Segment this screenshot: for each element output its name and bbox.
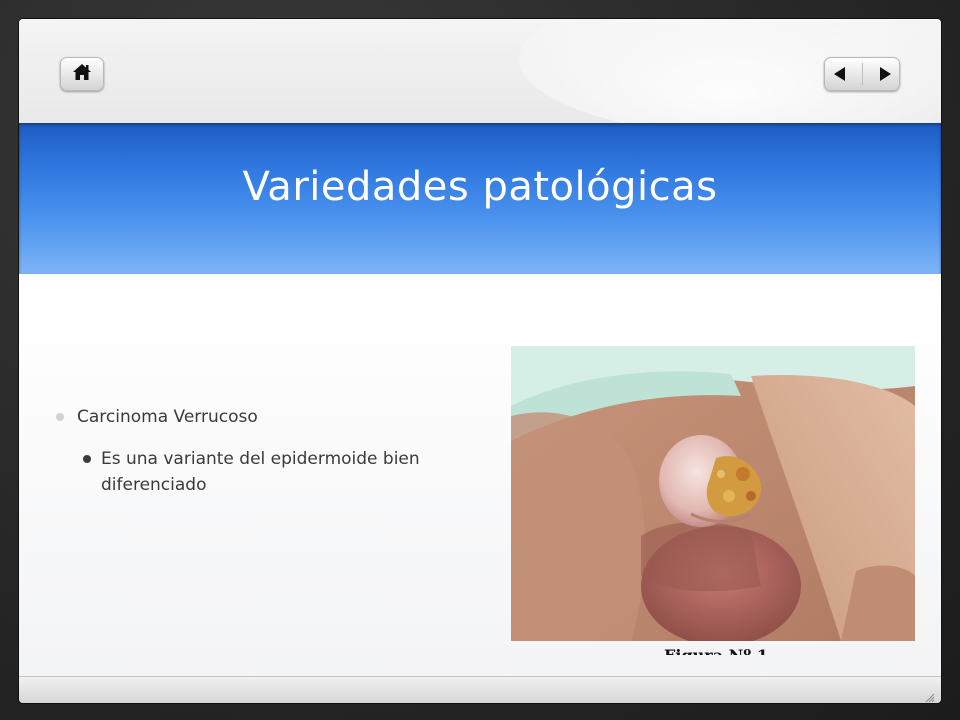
home-button[interactable] bbox=[60, 57, 104, 91]
next-slide-button[interactable] bbox=[879, 67, 891, 81]
slide-title: Variedades patológicas bbox=[242, 164, 718, 210]
resize-grip-icon[interactable] bbox=[925, 688, 935, 703]
slide-navigation bbox=[824, 57, 900, 91]
bullet-item: Carcinoma Verrucoso bbox=[56, 404, 456, 430]
bullet-list: Carcinoma Verrucoso Es una variante del … bbox=[56, 404, 456, 498]
divider bbox=[861, 63, 863, 85]
home-icon bbox=[72, 63, 92, 85]
figure-caption: Figura Nº 1 bbox=[664, 643, 784, 655]
sub-bullet-item: Es una variante del epidermoide bien dif… bbox=[83, 446, 431, 498]
previous-slide-button[interactable] bbox=[833, 67, 845, 81]
footer-bar bbox=[19, 676, 941, 703]
clinical-photo bbox=[511, 346, 915, 641]
slide: Variedades patológicas Carcinoma Verruco… bbox=[19, 19, 941, 703]
